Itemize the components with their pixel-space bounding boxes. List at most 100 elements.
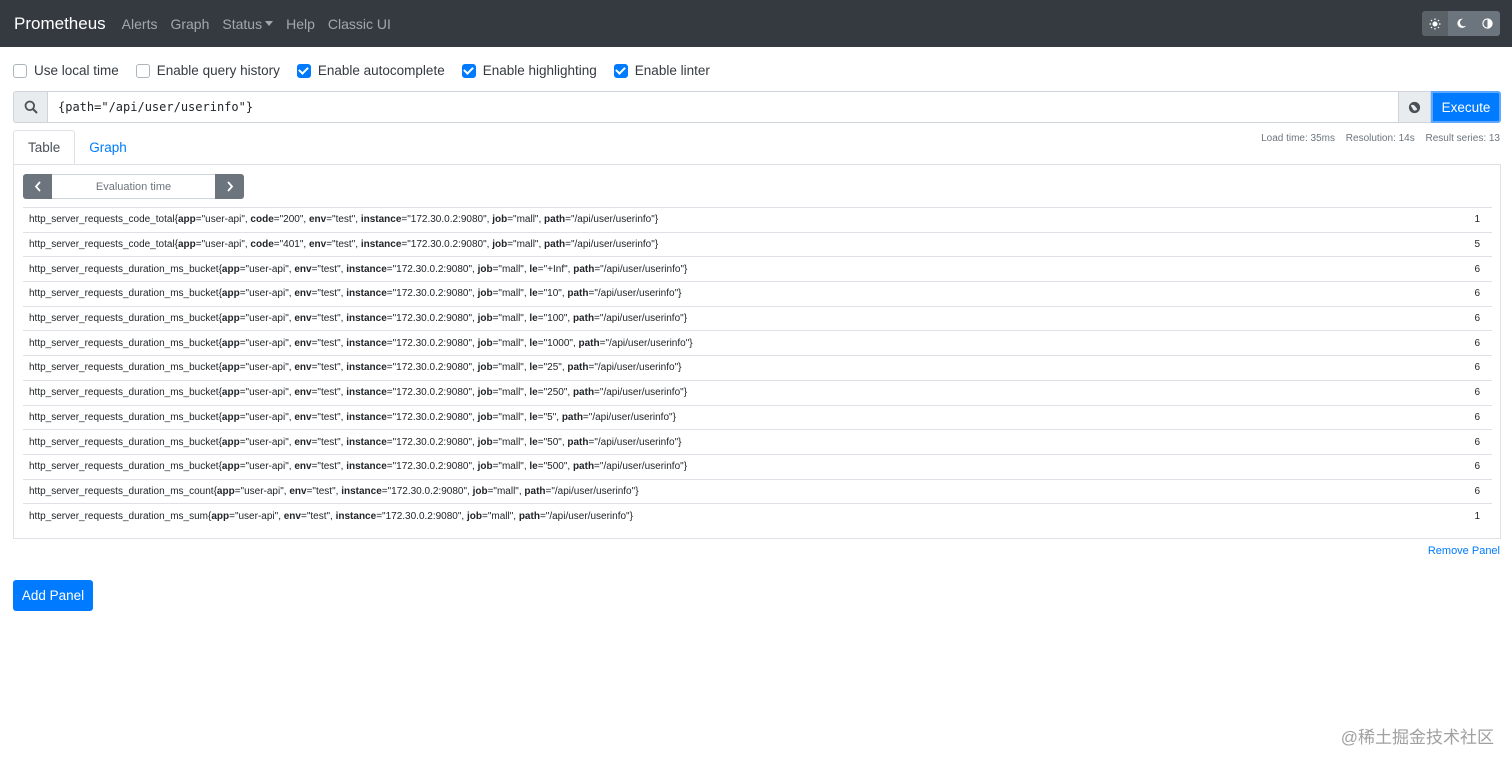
- metric-name: http_server_requests_code_total: [29, 214, 175, 226]
- checkbox-box[interactable]: [613, 63, 628, 78]
- nav-status-dropdown[interactable]: Status: [222, 16, 274, 32]
- label-value: mall: [516, 239, 535, 251]
- remove-panel-link[interactable]: Remove Panel: [1428, 545, 1500, 557]
- checkbox-box[interactable]: [13, 63, 27, 78]
- brand-link[interactable]: Prometheus: [14, 14, 106, 34]
- enable-linter-checkbox[interactable]: Enable linter: [613, 63, 710, 78]
- series-cell: http_server_requests_code_total{app="use…: [23, 231, 1452, 257]
- label-name: app: [216, 485, 235, 497]
- label-value: 172.30.0.2:9080: [385, 510, 458, 522]
- label-value: mall: [501, 288, 521, 300]
- label-value: 100: [547, 313, 564, 325]
- moon-icon[interactable]: [1448, 11, 1474, 36]
- nav-classic-ui[interactable]: Classic UI: [328, 16, 391, 32]
- series-cell: http_server_requests_duration_ms_sum{app…: [23, 503, 1452, 529]
- tab-graph[interactable]: Graph: [75, 130, 141, 165]
- caret-down-icon: [265, 21, 274, 26]
- label-value: user-api: [249, 436, 286, 448]
- label-name: instance: [346, 461, 387, 473]
- label-name: instance: [346, 288, 387, 300]
- label-name: path: [567, 362, 589, 374]
- metric-name: http_server_requests_code_total: [29, 239, 175, 251]
- table-row: http_server_requests_duration_ms_bucket{…: [23, 355, 1492, 381]
- label-name: app: [221, 263, 240, 275]
- label-name: app: [221, 288, 240, 300]
- label-name: le: [529, 436, 538, 448]
- label-name: instance: [341, 485, 382, 497]
- label-name: app: [221, 337, 240, 349]
- label-name: job: [477, 263, 493, 275]
- label-name: instance: [346, 411, 387, 423]
- label-value: test: [320, 436, 338, 448]
- nav-graph[interactable]: Graph: [170, 16, 209, 32]
- label-name: job: [472, 485, 488, 497]
- label-name: env: [294, 263, 312, 275]
- label-value: user-api: [249, 387, 286, 399]
- label-value: 172.30.0.2:9080: [396, 436, 469, 448]
- label-value: user-api: [244, 485, 281, 497]
- label-value: mall: [516, 214, 535, 226]
- use-local-time-checkbox[interactable]: Use local time: [13, 63, 119, 78]
- label-name: app: [221, 313, 240, 325]
- table-row: http_server_requests_duration_ms_sum{app…: [23, 503, 1492, 529]
- label-value: test: [310, 510, 327, 522]
- label-name: job: [477, 387, 493, 399]
- label-value: user-api: [249, 263, 286, 275]
- label-value: /api/user/userinfo: [554, 485, 632, 497]
- label-value: 172.30.0.2:9080: [396, 288, 469, 300]
- label-value: 172.30.0.2:9080: [396, 337, 469, 349]
- label-name: job: [477, 362, 493, 374]
- series-value: 6: [1452, 429, 1492, 455]
- resolution: Resolution: 14s: [1345, 133, 1415, 144]
- chevron-left-icon[interactable]: [23, 174, 52, 199]
- enable-query-history-checkbox[interactable]: Enable query history: [135, 63, 280, 78]
- tab-table[interactable]: Table: [13, 130, 76, 165]
- label-name: path: [573, 263, 595, 275]
- metric-name: http_server_requests_duration_ms_bucket: [29, 387, 219, 399]
- label-value: user-api: [249, 337, 286, 349]
- chevron-right-icon[interactable]: [215, 174, 244, 199]
- label-name: env: [294, 288, 312, 300]
- nav-help[interactable]: Help: [286, 16, 315, 32]
- checkbox-label: Enable query history: [156, 63, 280, 78]
- label-value: 172.30.0.2:9080: [396, 461, 469, 473]
- label-value: mall: [501, 263, 521, 275]
- checkbox-box[interactable]: [296, 63, 311, 78]
- label-value: test: [320, 362, 338, 374]
- label-value: 401: [283, 239, 300, 251]
- expression-input[interactable]: {path="/api/user/userinfo"}: [47, 91, 1399, 123]
- label-value: /api/user/userinfo: [574, 239, 652, 251]
- label-name: instance: [360, 239, 402, 251]
- label-name: app: [221, 362, 240, 374]
- sun-icon[interactable]: [1422, 11, 1448, 36]
- theme-switcher: [1422, 11, 1500, 36]
- watermark: @稀土掘金技术社区: [1340, 728, 1494, 747]
- label-value: /api/user/userinfo: [574, 214, 652, 226]
- query-settings: Use local time Enable query history Enab…: [0, 49, 1512, 92]
- nav-alerts[interactable]: Alerts: [122, 16, 158, 32]
- contrast-icon[interactable]: [1474, 11, 1500, 36]
- execute-button[interactable]: Execute: [1431, 91, 1501, 123]
- label-name: path: [518, 510, 540, 522]
- metric-name: http_server_requests_duration_ms_bucket: [29, 436, 219, 448]
- metric-name: http_server_requests_duration_ms_bucket: [29, 337, 219, 349]
- metric-name: http_server_requests_duration_ms_bucket: [29, 313, 219, 325]
- enable-autocomplete-checkbox[interactable]: Enable autocomplete: [296, 63, 445, 78]
- label-value: 200: [283, 214, 300, 226]
- series-cell: http_server_requests_duration_ms_bucket{…: [23, 355, 1452, 381]
- series-cell: http_server_requests_duration_ms_bucket{…: [23, 281, 1452, 307]
- evaluation-time-input[interactable]: Evaluation time: [52, 174, 215, 199]
- label-value: 10: [547, 288, 559, 300]
- globe-icon[interactable]: [1399, 91, 1431, 123]
- enable-highlighting-checkbox[interactable]: Enable highlighting: [461, 63, 597, 78]
- label-value: user-api: [205, 214, 242, 226]
- metric-name: http_server_requests_duration_ms_bucket: [29, 263, 219, 275]
- navbar: Prometheus Alerts Graph Status Help Clas…: [0, 0, 1512, 47]
- results-body: http_server_requests_code_total{app="use…: [23, 207, 1492, 529]
- checkbox-box[interactable]: [135, 63, 150, 78]
- add-panel-button[interactable]: Add Panel: [13, 580, 93, 611]
- label-value: user-api: [205, 239, 242, 251]
- checkbox-box[interactable]: [461, 63, 476, 78]
- table-row: http_server_requests_duration_ms_bucket{…: [23, 330, 1492, 356]
- label-name: le: [529, 387, 538, 399]
